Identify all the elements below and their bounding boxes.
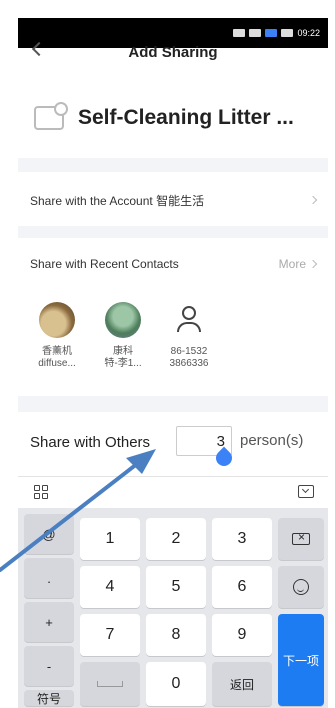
header: Add Sharing xyxy=(18,40,328,64)
contact-item[interactable]: 86-1532 3866336 xyxy=(156,302,222,384)
numeric-keyboard: @ . + - 符号 1 2 3 4 5 6 7 8 9 下一项 0 返回 xyxy=(18,508,328,708)
status-time: 09:22 xyxy=(297,28,320,38)
key-plus[interactable]: + xyxy=(24,602,74,642)
return-key[interactable]: 返回 xyxy=(212,662,272,706)
recent-contacts-label: Share with Recent Contacts xyxy=(30,257,179,271)
chevron-right-icon xyxy=(308,195,318,205)
next-key[interactable]: 下一项 xyxy=(278,614,324,706)
backspace-icon xyxy=(292,530,310,545)
device-row: Self-Cleaning Litter ... xyxy=(18,96,328,140)
key-minus[interactable]: - xyxy=(24,646,74,686)
recent-contacts-list: 香薰机 diffuse... 康科 特-李1... 86-1532 386633… xyxy=(18,302,328,384)
signal-icon xyxy=(233,29,246,37)
share-with-others-row: Share with Others person(s) xyxy=(18,414,328,470)
share-with-account-row[interactable]: Share with the Account 智能生活 xyxy=(18,174,328,226)
chevron-right-icon xyxy=(308,259,318,269)
wifi-icon xyxy=(249,29,262,37)
contact-item[interactable]: 康科 特-李1... xyxy=(90,302,156,384)
person-icon xyxy=(171,302,207,338)
share-account-label: Share with the Account 智能生活 xyxy=(30,193,205,208)
emoji-key[interactable] xyxy=(278,566,324,608)
keyboard-toolbar xyxy=(18,476,328,506)
backspace-key[interactable] xyxy=(278,518,324,560)
recent-contacts-row: Share with Recent Contacts More xyxy=(18,238,328,290)
key-7[interactable]: 7 xyxy=(80,614,140,656)
device-name: Self-Cleaning Litter ... xyxy=(78,106,294,129)
section-divider xyxy=(18,226,328,238)
space-icon xyxy=(97,681,123,687)
key-6[interactable]: 6 xyxy=(212,566,272,608)
more-link[interactable]: More xyxy=(279,257,318,271)
avatar xyxy=(105,302,141,338)
grid-icon[interactable] xyxy=(34,485,48,499)
litter-box-icon xyxy=(34,102,68,130)
battery-icon xyxy=(281,29,294,37)
contact-item[interactable]: 香薰机 diffuse... xyxy=(24,302,90,384)
collapse-keyboard-icon[interactable] xyxy=(298,485,314,498)
key-3[interactable]: 3 xyxy=(212,518,272,560)
key-0[interactable]: 0 xyxy=(146,662,206,706)
person-suffix: person(s) xyxy=(240,432,304,449)
key-2[interactable]: 2 xyxy=(146,518,206,560)
key-1[interactable]: 1 xyxy=(80,518,140,560)
share-others-label: Share with Others xyxy=(30,433,151,451)
key-8[interactable]: 8 xyxy=(146,614,206,656)
key-symbols[interactable]: 符号 xyxy=(24,690,74,706)
avatar xyxy=(39,302,75,338)
key-9[interactable]: 9 xyxy=(212,614,272,656)
key-5[interactable]: 5 xyxy=(146,566,206,608)
notification-icon xyxy=(265,29,278,37)
section-divider xyxy=(18,396,328,412)
page-title: Add Sharing xyxy=(128,44,218,61)
key-at[interactable]: @ xyxy=(24,514,74,554)
section-divider xyxy=(18,158,328,172)
key-dot[interactable]: . xyxy=(24,558,74,598)
smile-icon xyxy=(293,579,309,595)
key-4[interactable]: 4 xyxy=(80,566,140,608)
space-key[interactable] xyxy=(80,662,140,706)
